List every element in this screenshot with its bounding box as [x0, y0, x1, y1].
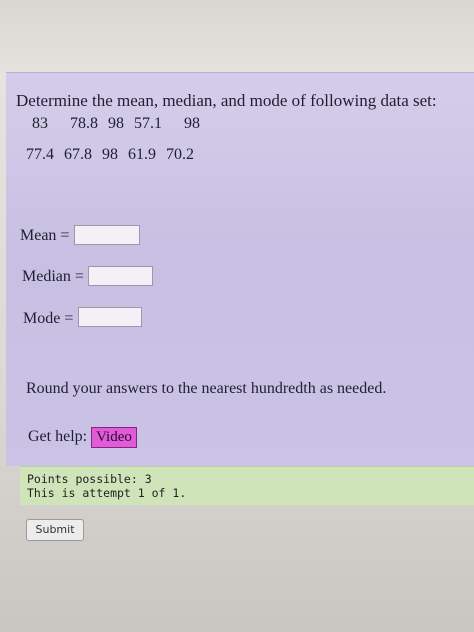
mean-input[interactable] [74, 225, 140, 245]
data-row-1: 83 78.8 98 57.1 98 [32, 115, 210, 133]
data-value: 77.4 [26, 146, 54, 163]
mode-input[interactable] [78, 307, 142, 327]
video-button[interactable]: Video [91, 427, 137, 448]
data-value: 57.1 [134, 115, 162, 132]
submit-button[interactable]: Submit [26, 519, 84, 541]
points-possible: Points possible: 3 [27, 472, 152, 486]
help-row: Get help: Video [28, 427, 137, 448]
question-panel: Determine the mean, median, and mode of … [6, 72, 474, 466]
mode-label: Mode = [23, 310, 74, 327]
data-value: 78.8 [70, 115, 98, 132]
points-panel: Points possible: 3 This is attempt 1 of … [20, 466, 474, 505]
help-label: Get help: [28, 428, 88, 445]
data-row-2: 77.4 67.8 98 61.9 70.2 [26, 146, 204, 164]
median-label: Median = [22, 268, 84, 285]
mean-label: Mean = [20, 227, 70, 244]
data-value: 98 [184, 115, 200, 132]
median-input[interactable] [88, 266, 153, 286]
question-prompt: Determine the mean, median, and mode of … [16, 91, 437, 110]
data-value: 98 [102, 146, 118, 163]
attempt-count: This is attempt 1 of 1. [27, 486, 187, 500]
data-value: 98 [108, 115, 124, 132]
data-value: 67.8 [64, 146, 92, 163]
data-value: 83 [32, 115, 48, 132]
data-value: 70.2 [166, 146, 194, 163]
rounding-instructions: Round your answers to the nearest hundre… [26, 380, 387, 397]
data-value: 61.9 [128, 146, 156, 163]
